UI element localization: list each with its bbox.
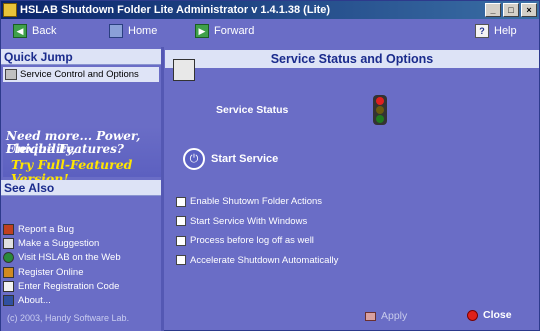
- option-label: Enable Shutown Folder Actions: [190, 196, 323, 208]
- traffic-light-icon: [373, 95, 387, 125]
- maximize-button[interactable]: □: [503, 3, 519, 17]
- link-label: Enter Registration Code: [18, 280, 120, 292]
- about-link[interactable]: About...: [3, 293, 121, 307]
- register-online-link[interactable]: Register Online: [3, 265, 121, 279]
- back-arrow-icon: ◀: [13, 24, 27, 38]
- sidebar-item-label: Service Control and Options: [20, 69, 139, 80]
- options-list: Enable Shutown Folder Actions Start Serv…: [176, 192, 338, 270]
- forward-button[interactable]: ▶ Forward: [195, 24, 254, 38]
- help-button[interactable]: ? Help: [475, 24, 517, 38]
- checkbox[interactable]: [176, 196, 186, 207]
- sidebar: Quick Jump Service Control and Options N…: [1, 47, 161, 331]
- service-status-label: Service Status: [216, 104, 289, 116]
- option-accelerate-shutdown[interactable]: Accelerate Shutdown Automatically: [176, 251, 338, 271]
- help-label: Help: [494, 25, 517, 37]
- close-icon: [467, 309, 478, 321]
- checkbox[interactable]: [176, 216, 186, 227]
- see-also-links: Report a Bug Make a Suggestion Visit HSL…: [3, 222, 121, 308]
- see-also-header: See Also: [1, 180, 161, 196]
- forward-arrow-icon: ▶: [195, 24, 209, 38]
- about-icon: [3, 295, 14, 307]
- option-start-with-windows[interactable]: Start Service With Windows: [176, 212, 338, 232]
- close-window-button[interactable]: ×: [521, 3, 537, 17]
- option-label: Start Service With Windows: [190, 215, 308, 227]
- back-button[interactable]: ◀ Back: [13, 24, 56, 38]
- toolbar: ◀ Back Home ▶ Forward ? Help: [1, 20, 539, 45]
- link-label: Visit HSLAB on the Web: [18, 252, 121, 264]
- report-bug-link[interactable]: Report a Bug: [3, 222, 121, 236]
- forward-label: Forward: [214, 25, 255, 37]
- upgrade-promo-banner[interactable]: Need more... Power, Flexibility, Unique …: [3, 127, 161, 186]
- apply-button[interactable]: Apply: [365, 310, 407, 322]
- back-label: Back: [32, 25, 57, 37]
- start-service-button[interactable]: ⏻ Start Service: [183, 148, 278, 170]
- option-label: Accelerate Shutdown Automatically: [190, 254, 339, 266]
- window-controls: _ □ ×: [485, 3, 537, 17]
- make-suggestion-link[interactable]: Make a Suggestion: [3, 236, 121, 250]
- app-window: HSLAB Shutdown Folder Lite Administrator…: [0, 0, 540, 331]
- sidebar-item-service-control[interactable]: Service Control and Options: [3, 67, 159, 82]
- checkbox[interactable]: [176, 235, 186, 246]
- page-title: Service Status and Options: [165, 50, 539, 68]
- home-icon: [109, 24, 123, 38]
- document-icon: [3, 280, 14, 292]
- minimize-button[interactable]: _: [485, 3, 501, 17]
- window-title: HSLAB Shutdown Folder Lite Administrator…: [20, 4, 331, 16]
- app-icon: [3, 3, 17, 17]
- close-label: Close: [483, 309, 512, 321]
- home-label: Home: [128, 25, 158, 37]
- service-tools-icon: [173, 59, 195, 81]
- copyright-text: (c) 2003, Handy Software Lab.: [7, 313, 130, 323]
- help-icon: ?: [475, 24, 489, 38]
- panel-splitter[interactable]: [161, 47, 164, 331]
- option-label: Process before log off as well: [190, 235, 314, 247]
- apply-icon: [365, 311, 376, 321]
- link-label: Report a Bug: [18, 223, 74, 235]
- start-service-label: Start Service: [211, 153, 279, 165]
- option-enable-actions[interactable]: Enable Shutown Folder Actions: [176, 192, 338, 212]
- link-label: Register Online: [18, 266, 84, 278]
- bug-icon: [3, 223, 14, 235]
- link-label: About...: [18, 295, 51, 307]
- service-control-icon: [5, 69, 17, 80]
- power-icon: ⏻: [183, 148, 205, 170]
- checkbox[interactable]: [176, 255, 186, 266]
- globe-icon: [3, 252, 14, 264]
- enter-registration-code-link[interactable]: Enter Registration Code: [3, 279, 121, 293]
- apply-label: Apply: [381, 310, 408, 322]
- home-button[interactable]: Home: [109, 24, 157, 38]
- close-button[interactable]: Close: [467, 309, 512, 321]
- option-process-before-logoff[interactable]: Process before log off as well: [176, 231, 338, 251]
- title-bar: HSLAB Shutdown Folder Lite Administrator…: [1, 1, 539, 19]
- link-label: Make a Suggestion: [18, 237, 100, 249]
- suggestion-icon: [3, 237, 14, 249]
- register-icon: [3, 266, 14, 278]
- quick-jump-header: Quick Jump: [1, 49, 161, 65]
- promo-line-2: Unique Features?: [6, 142, 124, 156]
- visit-web-link[interactable]: Visit HSLAB on the Web: [3, 251, 121, 265]
